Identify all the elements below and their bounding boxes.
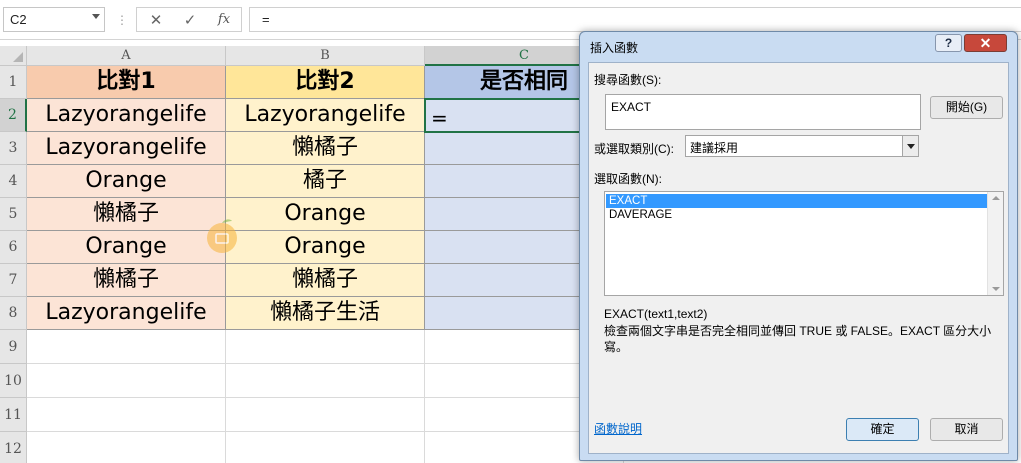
cell-b1[interactable]: 比對2 <box>226 66 425 99</box>
select-all-button[interactable] <box>0 46 27 66</box>
go-button[interactable]: 開始(G) <box>930 96 1003 119</box>
cancel-icon[interactable]: ✕ <box>143 10 169 30</box>
dialog-help-button[interactable]: ? <box>935 34 962 52</box>
cell-a11[interactable] <box>27 398 226 432</box>
scroll-down-icon[interactable] <box>992 287 1000 291</box>
name-box-value: C2 <box>10 12 27 27</box>
row-header-5[interactable]: 5 <box>0 198 27 231</box>
function-list-item[interactable]: EXACT <box>606 194 987 208</box>
row-header-6[interactable]: 6 <box>0 231 27 264</box>
row-header-10[interactable]: 10 <box>0 364 27 398</box>
row-header-7[interactable]: 7 <box>0 264 27 297</box>
cell-b6[interactable]: Orange <box>226 231 425 264</box>
cell-a8[interactable]: Lazyorangelife <box>27 297 226 330</box>
insert-function-dialog: 插入函數 ? ✕ 搜尋函數(S): EXACT 開始(G) 或選取類別(C): … <box>579 31 1018 461</box>
search-function-label: 搜尋函數(S): <box>594 73 662 87</box>
category-select[interactable]: 建議採用 <box>685 135 919 157</box>
cell-a6[interactable]: Orange <box>27 231 226 264</box>
row-header-3[interactable]: 3 <box>0 132 27 165</box>
enter-icon[interactable]: ✓ <box>177 10 203 30</box>
dialog-close-button[interactable]: ✕ <box>964 34 1007 52</box>
insert-function-icon[interactable]: fx <box>211 10 237 30</box>
column-header-a[interactable]: A <box>27 46 226 66</box>
cell-a2[interactable]: Lazyorangelife <box>27 99 226 132</box>
cell-a12[interactable] <box>27 432 226 463</box>
dialog-title: 插入函數 <box>590 41 639 55</box>
cell-b4[interactable]: 橘子 <box>226 165 425 198</box>
cell-b2[interactable]: Lazyorangelife <box>226 99 425 132</box>
function-help-link[interactable]: 函數說明 <box>594 420 642 437</box>
formula-input[interactable]: = <box>249 7 1021 32</box>
ok-button[interactable]: 確定 <box>846 418 919 441</box>
category-value: 建議採用 <box>690 141 739 155</box>
orange-logo-watermark <box>207 219 237 253</box>
cell-a5[interactable]: 懶橘子 <box>27 198 226 231</box>
formula-bar-buttons: ✕ ✓ fx <box>136 7 242 32</box>
row-header-9[interactable]: 9 <box>0 330 27 364</box>
cell-a3[interactable]: Lazyorangelife <box>27 132 226 165</box>
formula-bar-grip-icon[interactable]: ⋮ <box>116 13 128 27</box>
cell-a4[interactable]: Orange <box>27 165 226 198</box>
name-box-dropdown-icon[interactable] <box>92 14 100 19</box>
row-header-12[interactable]: 12 <box>0 432 27 463</box>
dialog-body: 搜尋函數(S): EXACT 開始(G) 或選取類別(C): 建議採用 選取函數… <box>588 62 1009 454</box>
category-dropdown-icon[interactable] <box>902 136 918 156</box>
formula-value: = <box>262 12 270 27</box>
search-function-input[interactable]: EXACT <box>605 94 921 130</box>
function-syntax: EXACT(text1,text2) <box>604 307 708 321</box>
function-description: 檢查兩個文字串是否完全相同並傳回 TRUE 或 FALSE。EXACT 區分大小… <box>604 324 992 354</box>
cell-b3[interactable]: 懶橘子 <box>226 132 425 165</box>
row-header-2[interactable]: 2 <box>0 99 27 132</box>
cell-a1[interactable]: 比對1 <box>27 66 226 99</box>
column-header-b[interactable]: B <box>226 46 425 66</box>
function-list[interactable]: EXACT DAVERAGE <box>604 191 1004 296</box>
cell-a10[interactable] <box>27 364 226 398</box>
cell-b8[interactable]: 懶橘子生活 <box>226 297 425 330</box>
function-list-item[interactable]: DAVERAGE <box>606 208 987 222</box>
row-header-4[interactable]: 4 <box>0 165 27 198</box>
row-header-1[interactable]: 1 <box>0 66 27 99</box>
cell-b12[interactable] <box>226 432 425 463</box>
cell-b7[interactable]: 懶橘子 <box>226 264 425 297</box>
select-function-label: 選取函數(N): <box>594 172 662 186</box>
cell-b5[interactable]: Orange <box>226 198 425 231</box>
scroll-up-icon[interactable] <box>992 196 1000 200</box>
row-header-8[interactable]: 8 <box>0 297 27 330</box>
row-header-11[interactable]: 11 <box>0 398 27 432</box>
cell-b10[interactable] <box>226 364 425 398</box>
category-label: 或選取類別(C): <box>594 142 674 156</box>
function-list-scrollbar[interactable] <box>987 192 1003 295</box>
cancel-button[interactable]: 取消 <box>930 418 1003 441</box>
cell-a9[interactable] <box>27 330 226 364</box>
cell-b9[interactable] <box>226 330 425 364</box>
cell-b11[interactable] <box>226 398 425 432</box>
name-box[interactable]: C2 <box>3 7 105 32</box>
cell-a7[interactable]: 懶橘子 <box>27 264 226 297</box>
search-function-value: EXACT <box>611 100 652 114</box>
